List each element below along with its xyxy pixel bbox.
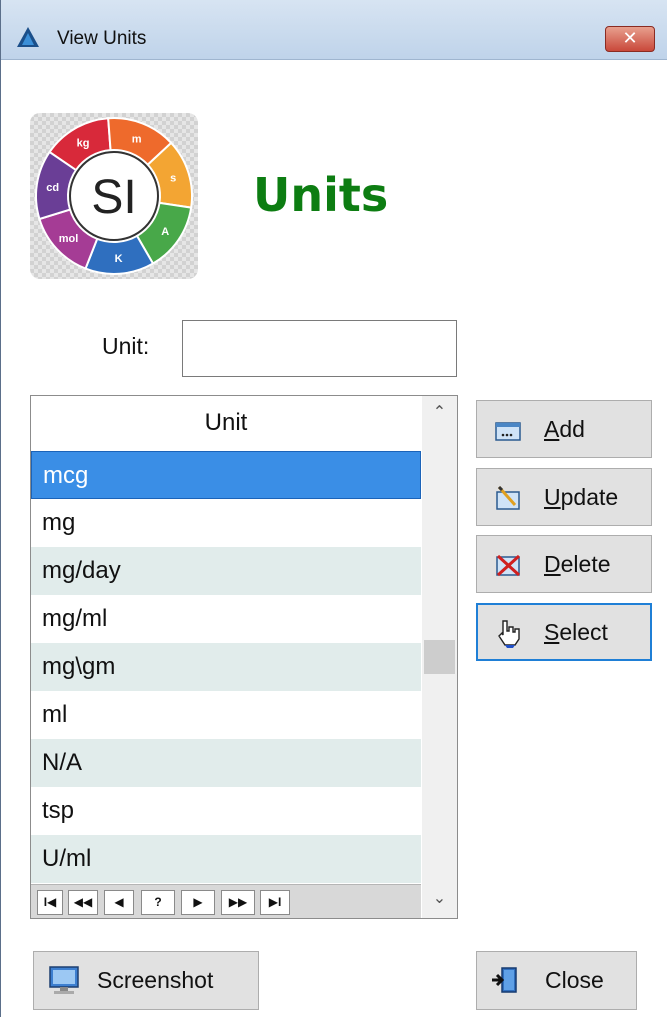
logo-segment-label: mol	[59, 233, 79, 245]
record-navigation-bar: I◀ ◀◀ ◀ ? ▶ ▶▶ ▶I	[31, 884, 421, 918]
update-record-icon	[496, 485, 520, 510]
add-record-icon	[495, 422, 521, 441]
list-item[interactable]: mg/day	[31, 547, 421, 595]
column-header-unit[interactable]: Unit	[31, 396, 421, 448]
delete-button[interactable]: Delete	[476, 535, 652, 593]
list-item[interactable]: N/A	[31, 739, 421, 787]
delete-record-icon	[496, 554, 521, 577]
list-item[interactable]: mg\gm	[31, 643, 421, 691]
list-item[interactable]: mg/ml	[31, 595, 421, 643]
scroll-up-icon[interactable]: ⌃	[422, 396, 457, 430]
logo-center-text: SI	[91, 171, 136, 224]
list-item[interactable]: mcg	[31, 451, 421, 499]
next-page-icon[interactable]: ▶▶	[221, 890, 255, 915]
list-item[interactable]: mg	[31, 499, 421, 547]
add-button-mnemonic: A	[544, 416, 560, 442]
update-button[interactable]: Update	[476, 468, 652, 526]
list-item[interactable]: ml	[31, 691, 421, 739]
add-button[interactable]: Add	[476, 400, 652, 458]
select-button-label: elect	[559, 619, 608, 645]
help-icon[interactable]: ?	[141, 890, 175, 915]
list-item[interactable]: U/ml	[31, 835, 421, 883]
update-button-label: pdate	[560, 484, 619, 510]
close-button[interactable]: Close	[476, 951, 637, 1010]
list-item[interactable]: tsp	[31, 787, 421, 835]
logo-segment-label: s	[170, 173, 176, 185]
title-bar: View Units ✕	[1, 0, 667, 60]
logo-segment-label: K	[115, 253, 123, 265]
unit-input[interactable]	[182, 320, 457, 377]
scroll-thumb[interactable]	[424, 640, 455, 674]
delete-button-label: elete	[560, 551, 611, 577]
delete-button-mnemonic: D	[544, 551, 561, 577]
hand-pointer-icon	[498, 620, 520, 648]
update-button-mnemonic: U	[544, 484, 561, 510]
units-list[interactable]: Unit mcg mg mg/day mg/ml mg\gm ml N/A tsp U/ml ⌃…	[30, 395, 458, 919]
monitor-screenshot-icon	[49, 966, 79, 994]
logo-segment-label: m	[132, 133, 142, 145]
vertical-scrollbar[interactable]: ⌃ ⌄	[422, 396, 457, 918]
logo-segment-label: kg	[77, 137, 90, 149]
close-icon: ✕	[622, 28, 638, 48]
unit-field-label: Unit:	[102, 333, 150, 359]
close-button-label: Close	[545, 967, 604, 993]
si-units-logo: kg m s A Kmol cd SI	[30, 113, 198, 279]
next-record-icon[interactable]: ▶	[181, 890, 215, 915]
window-close-button[interactable]: ✕	[605, 26, 655, 52]
add-button-label: dd	[559, 416, 585, 442]
logo-segment-label: A	[161, 226, 169, 238]
screenshot-button-label: Screenshot	[97, 967, 214, 993]
select-button-mnemonic: S	[544, 619, 560, 645]
app-logo-icon	[17, 27, 39, 47]
first-record-icon[interactable]: I◀	[37, 890, 63, 915]
logo-segment-label: cd	[46, 182, 59, 194]
last-record-icon[interactable]: ▶I	[260, 890, 290, 915]
screenshot-button[interactable]: Screenshot	[33, 951, 259, 1010]
scroll-down-icon[interactable]: ⌄	[422, 884, 457, 918]
exit-door-icon	[492, 967, 517, 993]
previous-record-icon[interactable]: ◀	[104, 890, 134, 915]
window-title: View Units	[57, 28, 147, 49]
page-title: Units	[253, 168, 389, 222]
previous-page-icon[interactable]: ◀◀	[68, 890, 98, 915]
list-rows: mcg mg mg/day mg/ml mg\gm ml N/A tsp U/ml	[31, 451, 421, 883]
view-units-window: View Units ✕ kg m s A Kmol cd SI Units Unit: U…	[0, 0, 667, 1017]
select-button[interactable]: Select	[476, 603, 652, 661]
